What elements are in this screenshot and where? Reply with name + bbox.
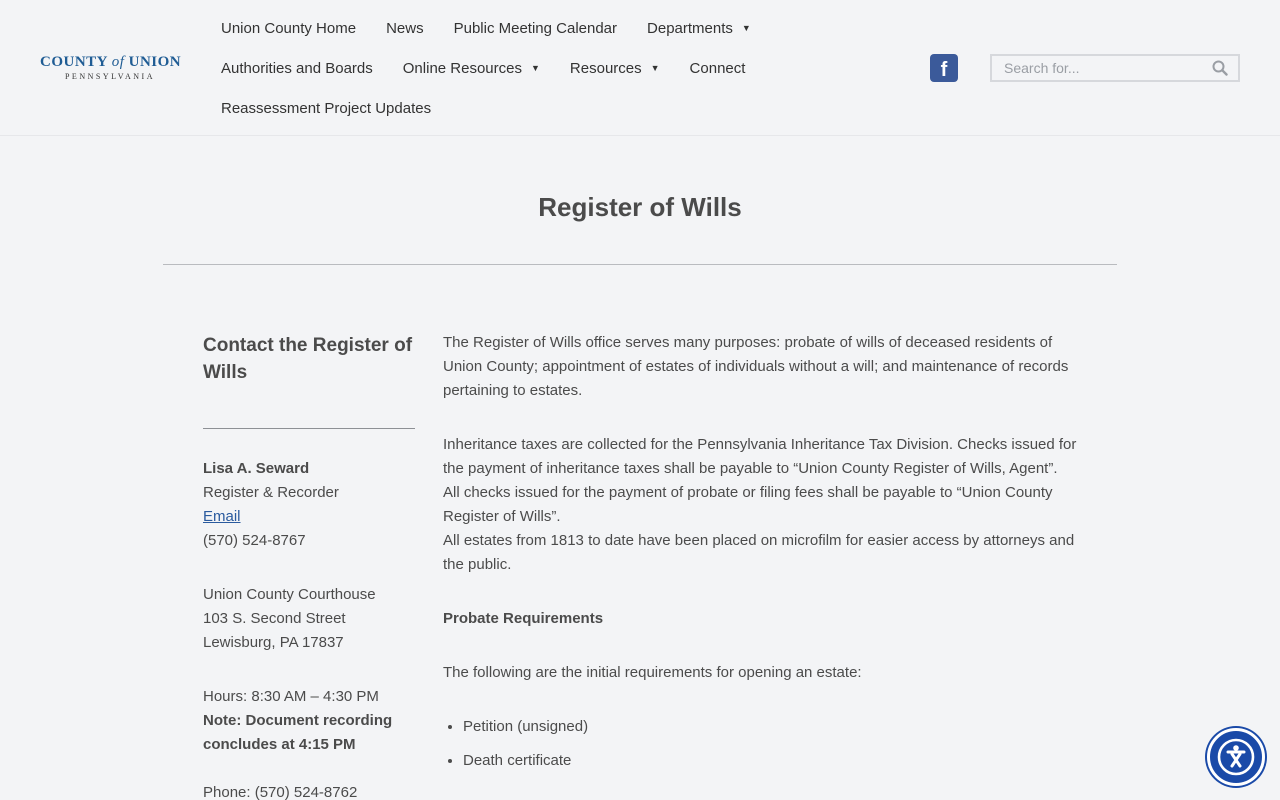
list-item: Petition (unsigned) [463,715,1083,739]
probate-heading: Probate Requirements [443,610,604,627]
accessibility-button[interactable] [1207,728,1265,786]
caret-down-icon: ▼ [650,63,660,73]
probate-fees-paragraph: All checks issued for the payment of pro… [443,484,1053,525]
intro-paragraph: The Register of Wills office serves many… [443,334,1069,399]
contact-role: Register & Recorder [203,484,339,501]
office-hours: Hours: 8:30 AM – 4:30 PM Note: Document … [203,685,415,757]
nav-online-resources-label: Online Resources [402,59,522,77]
address-line-3: Lewisburg, PA 17837 [203,634,344,651]
nav-connect[interactable]: Connect [675,60,761,77]
page-title: Register of Wills [538,192,742,222]
nav-departments[interactable]: Departments ▼ [632,20,766,37]
contact-phone: (570) 524-8767 [203,532,306,549]
nav-departments-label: Departments [647,19,733,37]
logo-state: PENNSYLVANIA [64,72,155,81]
title-divider [163,264,1117,265]
nav-authorities-and-boards[interactable]: Authorities and Boards [206,60,388,77]
nav-public-meeting-calendar[interactable]: Public Meeting Calendar [439,20,632,37]
nav-resources-label: Resources [569,59,642,77]
list-item: Death certificate [463,749,1083,773]
caret-down-icon: ▼ [531,63,540,73]
inheritance-tax-paragraph: Inheritance taxes are collected for the … [443,436,1077,477]
office-phone: Phone: (570) 524-8762 [203,784,358,800]
nav-union-county-home[interactable]: Union County Home [206,20,371,37]
email-link[interactable]: Email [203,508,241,525]
contact-heading: Contact the Register of Wills [203,335,413,383]
main-nav: Union County Home News Public Meeting Ca… [206,8,846,128]
hours-text: Hours: 8:30 AM – 4:30 PM [203,688,379,705]
main-content: The Register of Wills office serves many… [443,331,1083,773]
search-icon[interactable] [1212,60,1228,76]
nav-resources[interactable]: Resources ▼ [555,60,675,77]
nav-row-1: Union County Home News Public Meeting Ca… [206,8,846,48]
logo-wordmark: COUNTY of UNION [40,54,182,70]
facebook-icon[interactable]: f [930,54,958,82]
probate-intro: The following are the initial requiremen… [443,664,862,681]
contact-sidebar: Contact the Register of Wills Lisa A. Se… [203,332,415,800]
contact-person: Lisa A. Seward Register & Recorder Email… [203,457,415,553]
caret-down-icon: ▼ [741,23,751,33]
nav-online-resources[interactable]: Online Resources ▼ [388,60,555,77]
sidebar-divider [203,428,415,429]
nav-news[interactable]: News [371,20,439,37]
requirements-list: Petition (unsigned) Death certificate [443,715,1083,773]
nav-reassessment-project-updates[interactable]: Reassessment Project Updates [206,100,446,117]
address-line-1: Union County Courthouse [203,586,376,603]
recording-note: Note: Document recording concludes at 4:… [203,712,393,753]
nav-row-3: Reassessment Project Updates [206,88,846,128]
address-line-2: 103 S. Second Street [203,610,346,627]
nav-row-2: Authorities and Boards Online Resources ▼… [206,48,846,88]
site-header: COUNTY of UNION PENNSYLVANIA Union Count… [0,0,1280,136]
search-input[interactable] [992,56,1202,80]
facebook-glyph: f [940,59,948,81]
accessibility-icon [1217,738,1255,776]
contact-name: Lisa A. Seward [203,460,310,477]
microfilm-paragraph: All estates from 1813 to date have been … [443,532,1075,573]
search-box [990,54,1240,82]
county-logo[interactable]: COUNTY of UNION PENNSYLVANIA [40,54,182,84]
contact-address: Union County Courthouse 103 S. Second St… [203,583,415,655]
